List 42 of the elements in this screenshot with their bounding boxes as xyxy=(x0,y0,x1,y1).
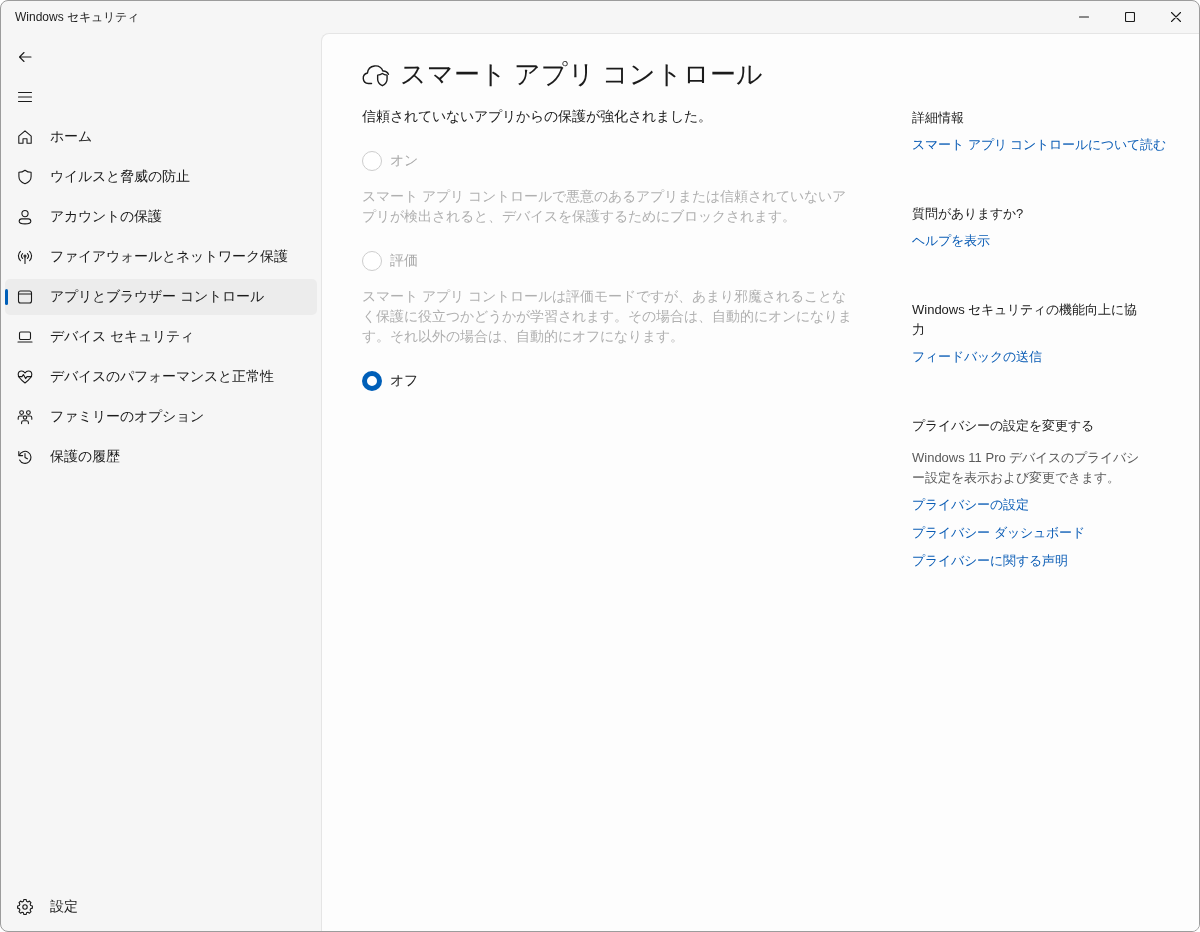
link[interactable]: フィードバックの送信 xyxy=(912,347,1042,367)
nav-item[interactable]: アプリとブラウザー コントロール xyxy=(5,279,317,315)
nav-item[interactable]: ホーム xyxy=(5,119,317,155)
family-icon xyxy=(17,409,33,425)
shield-icon xyxy=(17,169,33,185)
section-heading: 質問がありますか? xyxy=(912,205,1025,223)
antenna-icon xyxy=(17,249,33,265)
maximize-icon xyxy=(1125,12,1135,22)
nav-item[interactable]: デバイスのパフォーマンスと正常性 xyxy=(5,359,317,395)
nav-item[interactable]: 設定 xyxy=(5,889,317,925)
nav-item[interactable]: 保護の履歴 xyxy=(5,439,317,475)
selection-indicator xyxy=(5,289,8,305)
person-icon xyxy=(17,209,33,225)
page-subtitle: 信頼されていないアプリからの保護が強化されました。 xyxy=(362,107,713,126)
nav-item[interactable]: ファミリーのオプション xyxy=(5,399,317,435)
section-heading: Windows セキュリティの機能向上に協力 xyxy=(912,301,1139,339)
link[interactable]: プライバシーに関する声明 xyxy=(912,551,1068,571)
link[interactable]: ヘルプを表示 xyxy=(912,231,990,251)
section-heading: プライバシーの設定を変更する xyxy=(912,417,1095,435)
radio-option[interactable]: オフ xyxy=(362,366,418,396)
history-icon xyxy=(17,449,33,465)
home-icon xyxy=(17,129,33,145)
option-description: スマート アプリ コントロールで悪意のあるアプリまたは信頼されていないアプリが検出されると、デバイスを保護するためにブロックされます。 xyxy=(362,187,847,226)
settings-icon xyxy=(17,899,33,915)
nav-item[interactable]: アカウントの保護 xyxy=(5,199,317,235)
page-title: スマート アプリ コントロール xyxy=(400,57,764,91)
back-arrow-icon xyxy=(17,49,33,65)
close-icon xyxy=(1171,12,1181,22)
section-heading: 詳細情報 xyxy=(912,109,965,127)
link[interactable]: プライバシーの設定 xyxy=(912,495,1029,515)
laptop-icon xyxy=(17,329,33,345)
nav-item[interactable]: ファイアウォールとネットワーク保護 xyxy=(5,239,317,275)
link[interactable]: スマート アプリ コントロールについて読む xyxy=(912,135,1167,155)
link[interactable]: プライバシー ダッシュボード xyxy=(912,523,1085,543)
nav-item[interactable]: ウイルスと脅威の防止 xyxy=(5,159,317,195)
window-title: Windows セキュリティ xyxy=(14,8,140,26)
section-text: Windows 11 Pro デバイスのプライバシー設定を表示および変更できます。 xyxy=(912,449,1141,487)
option-description: スマート アプリ コントロールは評価モードですが、あまり邪魔されることなく保護に役立つかどうかが学習されます。その場合は、自動的にオンになります。それ以外の場合は、自動的にオフになります。 xyxy=(362,287,852,346)
app-window-icon xyxy=(17,289,33,305)
nav-item[interactable]: デバイス セキュリティ xyxy=(5,319,317,355)
heart-pulse-icon xyxy=(17,369,33,385)
menu-icon xyxy=(17,89,33,105)
